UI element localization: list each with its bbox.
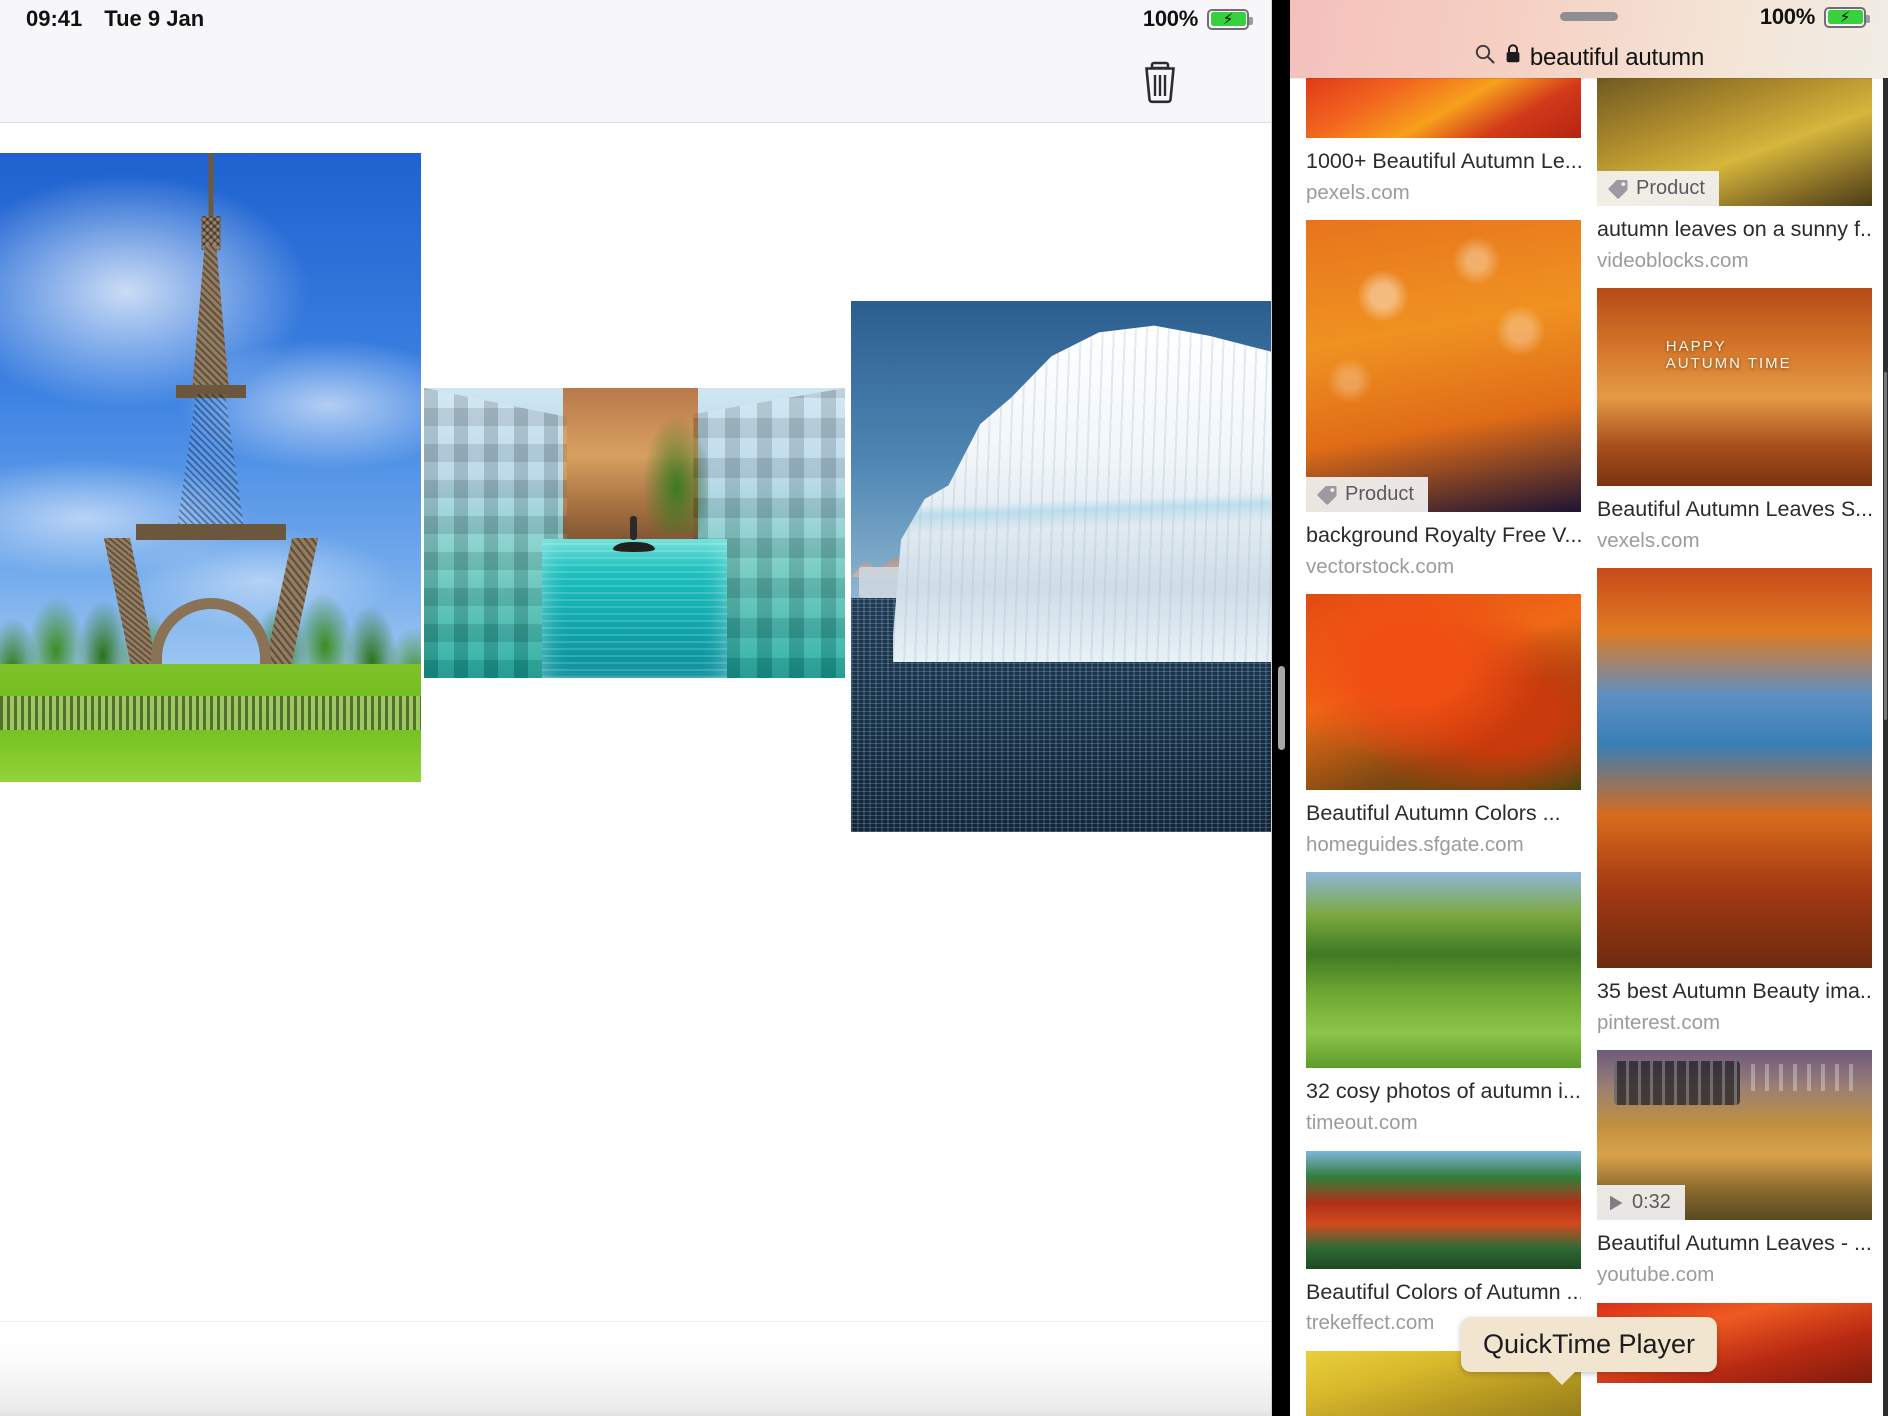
battery-charging-icon: ⚡ bbox=[1824, 6, 1870, 28]
left-status-bar: 09:41 Tue 9 Jan 100% ⚡ bbox=[0, 0, 1271, 38]
product-badge: Product bbox=[1306, 477, 1428, 513]
result-domain: pexels.com bbox=[1306, 180, 1410, 204]
split-view-screen: 09:41 Tue 9 Jan 100% ⚡ 100% ⚡ beautiful … bbox=[0, 0, 1888, 1416]
divider-grip-handle[interactable] bbox=[1277, 666, 1285, 750]
results-columns: 1000+ Beautiful Autumn Le... pexels.com … bbox=[1290, 78, 1888, 1416]
battery-percent-label: 100% bbox=[1759, 4, 1815, 29]
badge-label: Product bbox=[1345, 483, 1414, 506]
result-thumbnail[interactable]: 0:32 bbox=[1597, 1050, 1872, 1221]
result-card[interactable]: 0:32 Beautiful Autumn Leaves - ... youtu… bbox=[1597, 1050, 1872, 1288]
result-card[interactable]: 35 best Autumn Beauty ima... pinterest.c… bbox=[1597, 568, 1872, 1036]
video-duration-badge: 0:32 bbox=[1597, 1185, 1685, 1221]
venice-gondolier bbox=[630, 515, 638, 540]
result-title[interactable]: autumn leaves on a sunny f... bbox=[1597, 216, 1872, 244]
video-overlay-controls-secondary bbox=[1751, 1064, 1861, 1092]
right-pane-safari: 100% ⚡ beautiful autumn 1000+ Beautiful … bbox=[1290, 0, 1888, 1416]
result-domain: pinterest.com bbox=[1597, 1010, 1721, 1034]
result-thumbnail[interactable]: Product bbox=[1306, 220, 1581, 513]
trash-icon[interactable] bbox=[1133, 52, 1187, 108]
result-thumbnail[interactable] bbox=[1306, 1150, 1581, 1269]
badge-label: 0:32 bbox=[1632, 1191, 1671, 1214]
product-badge: Product bbox=[1597, 171, 1719, 206]
result-thumbnail[interactable] bbox=[1306, 872, 1581, 1069]
result-title[interactable]: Beautiful Autumn Leaves S... bbox=[1597, 496, 1872, 524]
result-thumbnail[interactable] bbox=[1306, 78, 1581, 138]
result-title[interactable]: Beautiful Autumn Leaves - ... bbox=[1597, 1230, 1872, 1258]
result-thumbnail[interactable]: Product bbox=[1597, 78, 1872, 206]
venice-gondola bbox=[613, 541, 656, 552]
result-title[interactable]: 35 best Autumn Beauty ima... bbox=[1597, 978, 1872, 1006]
result-domain: youtube.com bbox=[1597, 1262, 1715, 1286]
result-thumbnail[interactable]: HAPPY AUTUMN TIME bbox=[1597, 288, 1872, 487]
url-field[interactable]: beautiful autumn bbox=[1290, 43, 1888, 72]
split-view-divider[interactable] bbox=[1272, 0, 1290, 1416]
slide-over-drag-handle[interactable] bbox=[1560, 12, 1618, 21]
venice-canal-photo[interactable] bbox=[424, 388, 845, 678]
results-scrollbar[interactable] bbox=[1883, 78, 1888, 1416]
result-card[interactable]: Beautiful Autumn Colors ... homeguides.s… bbox=[1306, 594, 1581, 858]
eiffel-tower-photo[interactable] bbox=[0, 153, 421, 782]
badge-label: Product bbox=[1636, 177, 1705, 199]
result-title[interactable]: 32 cosy photos of autumn i... bbox=[1306, 1078, 1581, 1106]
status-bar-left-group: 09:41 Tue 9 Jan bbox=[26, 6, 204, 32]
result-card[interactable]: Beautiful Colors of Autumn ... trekeffec… bbox=[1306, 1150, 1581, 1337]
result-title[interactable]: 1000+ Beautiful Autumn Le... bbox=[1306, 148, 1581, 176]
battery-charging-icon: ⚡ bbox=[1207, 8, 1253, 30]
url-query-text: beautiful autumn bbox=[1529, 43, 1705, 71]
result-thumbnail[interactable] bbox=[1306, 594, 1581, 791]
eiffel-crowd bbox=[0, 696, 421, 730]
result-card[interactable]: 32 cosy photos of autumn i... timeout.co… bbox=[1306, 872, 1581, 1136]
battery-percent-label: 100% bbox=[1142, 6, 1198, 31]
tooltip-label: QuickTime Player bbox=[1482, 1329, 1696, 1359]
photo-canvas[interactable] bbox=[0, 123, 1271, 1416]
result-domain: homeguides.sfgate.com bbox=[1306, 832, 1524, 856]
left-pane-photos-app: 09:41 Tue 9 Jan 100% ⚡ bbox=[0, 0, 1272, 1416]
result-card[interactable]: Product autumn leaves on a sunny f... vi… bbox=[1597, 78, 1872, 274]
thumbnail-overlay-text: HAPPY AUTUMN TIME bbox=[1665, 338, 1792, 373]
status-bar-right-group: 100% ⚡ bbox=[1142, 6, 1253, 32]
result-card[interactable]: 1000+ Beautiful Autumn Le... pexels.com bbox=[1306, 78, 1581, 206]
result-domain: timeout.com bbox=[1306, 1110, 1418, 1134]
eiffel-tower-structure bbox=[103, 153, 318, 690]
image-search-results[interactable]: 1000+ Beautiful Autumn Le... pexels.com … bbox=[1290, 78, 1888, 1416]
result-title[interactable]: Beautiful Autumn Colors ... bbox=[1306, 800, 1581, 828]
iceberg-photo[interactable] bbox=[851, 301, 1271, 832]
video-overlay-controls bbox=[1613, 1060, 1740, 1105]
left-app-toolbar bbox=[0, 38, 1271, 123]
safari-address-bar[interactable]: 100% ⚡ beautiful autumn bbox=[1290, 0, 1888, 78]
left-bottom-toolbar bbox=[0, 1321, 1271, 1416]
venice-canal-water bbox=[541, 538, 728, 678]
lock-icon bbox=[1504, 43, 1522, 72]
result-domain: videoblocks.com bbox=[1597, 248, 1749, 272]
status-time: 09:41 bbox=[26, 6, 83, 31]
status-date: Tue 9 Jan bbox=[104, 6, 205, 31]
results-column-left: 1000+ Beautiful Autumn Le... pexels.com … bbox=[1298, 78, 1589, 1416]
quicktime-player-tooltip: QuickTime Player bbox=[1460, 1317, 1718, 1385]
result-title[interactable]: Beautiful Colors of Autumn ... bbox=[1306, 1279, 1581, 1307]
result-domain: vexels.com bbox=[1597, 528, 1700, 552]
search-icon bbox=[1474, 43, 1496, 72]
result-card[interactable]: Product background Royalty Free V... vec… bbox=[1306, 220, 1581, 580]
results-column-right: Product autumn leaves on a sunny f... vi… bbox=[1589, 78, 1880, 1416]
scrollbar-thumb[interactable] bbox=[1884, 372, 1887, 721]
result-domain: vectorstock.com bbox=[1306, 554, 1455, 578]
result-card[interactable]: HAPPY AUTUMN TIME Beautiful Autumn Leave… bbox=[1597, 288, 1872, 554]
result-thumbnail[interactable] bbox=[1597, 568, 1872, 969]
result-title[interactable]: background Royalty Free V... bbox=[1306, 522, 1581, 550]
